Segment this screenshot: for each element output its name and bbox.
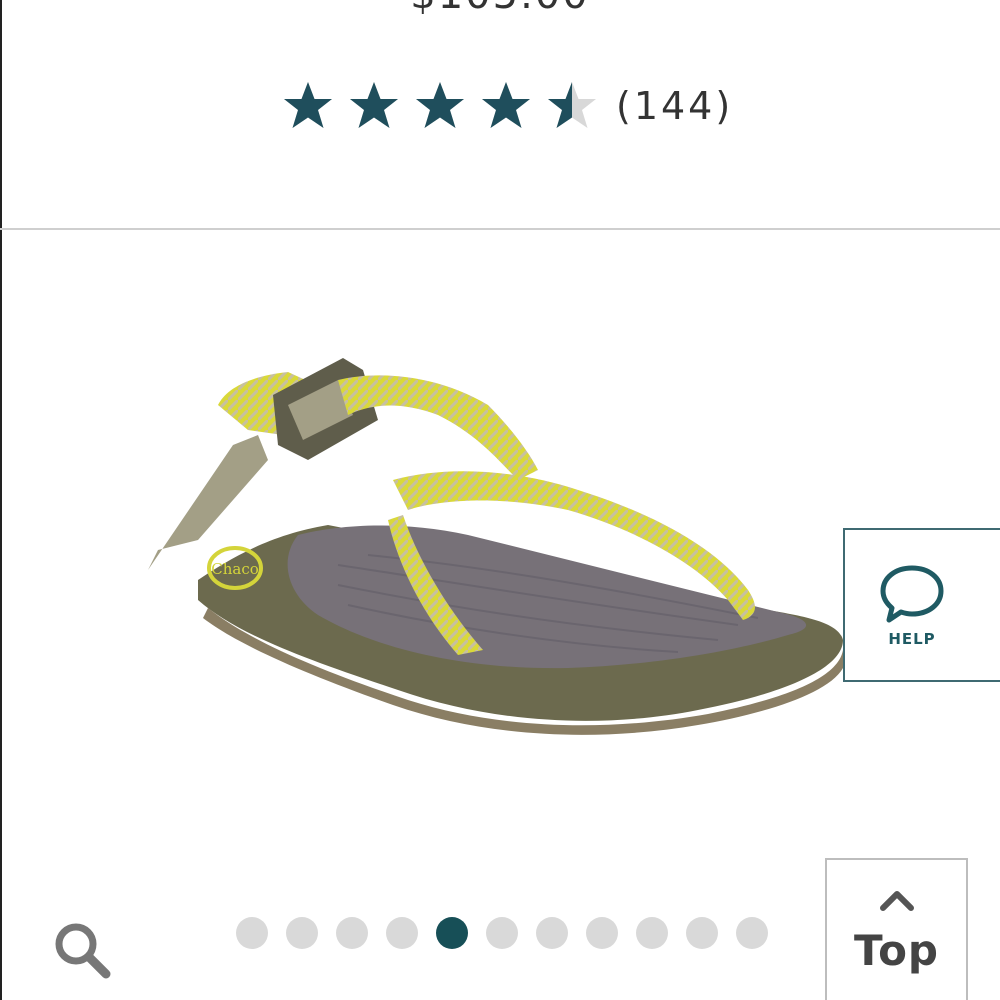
star-icon: [284, 82, 332, 128]
top-label: Top: [854, 926, 939, 975]
carousel-dot[interactable]: [286, 917, 318, 949]
carousel-dot[interactable]: [586, 917, 618, 949]
star-icon: [548, 82, 596, 128]
product-price: $105.00: [0, 0, 1000, 18]
product-image[interactable]: Chaco: [138, 350, 858, 740]
carousel-dot[interactable]: [236, 917, 268, 949]
viewport-edge: [0, 0, 2, 1000]
carousel-dot[interactable]: [486, 917, 518, 949]
review-count[interactable]: (144): [616, 84, 733, 128]
carousel-dot[interactable]: [686, 917, 718, 949]
brand-logo-text: Chaco: [211, 560, 259, 578]
help-label: HELP: [888, 630, 936, 648]
chevron-up-icon: [879, 891, 914, 911]
rating-summary[interactable]: (144): [282, 76, 733, 136]
back-to-top-button[interactable]: Top: [825, 858, 968, 1000]
star-icon: [350, 82, 398, 128]
star-icon: [482, 82, 530, 128]
speech-bubble-icon: [880, 565, 944, 623]
carousel-dot[interactable]: [636, 917, 668, 949]
star-rating: [282, 80, 598, 132]
carousel-dot[interactable]: [386, 917, 418, 949]
help-chat-button[interactable]: HELP: [843, 528, 1000, 682]
star-icon: [416, 82, 464, 128]
carousel-dot[interactable]: [436, 917, 468, 949]
magnifier-icon[interactable]: [50, 918, 114, 982]
carousel-dot[interactable]: [336, 917, 368, 949]
carousel-dot[interactable]: [736, 917, 768, 949]
section-divider: [0, 228, 1000, 230]
product-page: $105.00 (144): [0, 0, 1000, 1000]
carousel-dots: [236, 917, 768, 949]
carousel-dot[interactable]: [536, 917, 568, 949]
